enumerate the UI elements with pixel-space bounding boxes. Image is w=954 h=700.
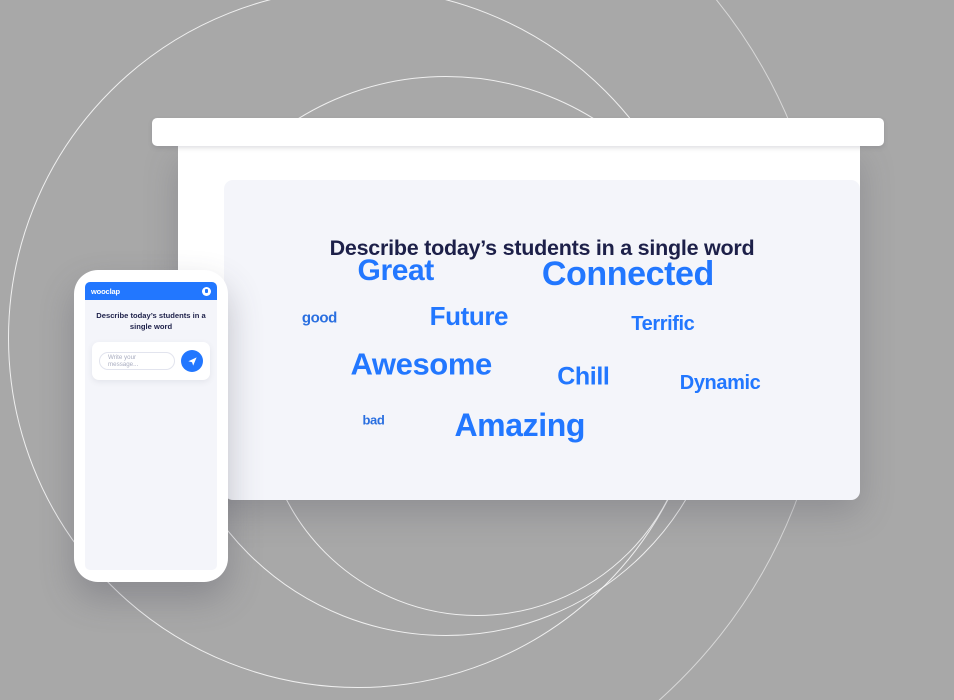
send-paper-plane-icon <box>187 356 197 366</box>
message-input[interactable]: Write your message... <box>99 352 175 370</box>
gear-icon[interactable] <box>202 286 211 296</box>
phone-screen: wooclap Describe today’s students in a s… <box>85 282 217 570</box>
illustration-canvas: Describe today’s students in a single wo… <box>0 0 954 700</box>
word-cloud-item: bad <box>362 412 385 428</box>
word-cloud-item: Amazing <box>454 406 586 443</box>
phone-answer-card: Write your message... <box>92 342 210 380</box>
word-cloud-item: Future <box>429 301 509 331</box>
word-cloud-item: Connected <box>541 255 714 294</box>
phone-question-text: Describe today’s students in a single wo… <box>96 311 206 331</box>
word-cloud-item: Dynamic <box>679 372 761 395</box>
phone-mockup: wooclap Describe today’s students in a s… <box>74 270 228 582</box>
phone-app-header: wooclap <box>85 282 217 300</box>
word-cloud-item: Chill <box>557 362 610 391</box>
screen-body: Describe today’s students in a single wo… <box>178 144 860 500</box>
send-button[interactable] <box>181 350 203 372</box>
presentation-screen: Describe today’s students in a single wo… <box>152 118 884 500</box>
word-cloud: Great Connected good Future Terrific Awesome C… <box>224 180 860 500</box>
word-cloud-item: Terrific <box>631 313 695 335</box>
word-cloud-item: Great <box>357 254 435 288</box>
screen-top-bar <box>152 118 884 146</box>
word-cloud-item: Awesome <box>350 346 492 382</box>
slide-canvas: Describe today’s students in a single wo… <box>224 180 860 500</box>
word-cloud-item: good <box>301 309 337 327</box>
wooclap-logo: wooclap <box>91 286 120 296</box>
